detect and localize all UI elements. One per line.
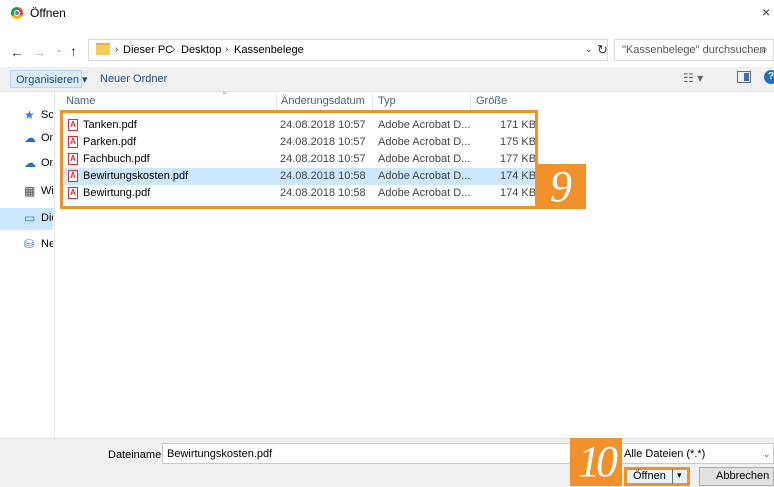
sidebar-item-onedrive[interactable]: ☁ OneDrive <box>0 128 53 150</box>
column-divider[interactable] <box>276 93 277 111</box>
column-divider[interactable] <box>372 93 373 111</box>
search-placeholder: "Kassenbelege" durchsuchen <box>622 44 766 56</box>
back-arrow-icon[interactable]: ← <box>10 44 24 60</box>
sidebar-item-label: OneDrive <box>41 157 53 169</box>
up-arrow-icon[interactable]: ↑ <box>70 43 77 59</box>
breadcrumb-separator: › <box>115 44 119 55</box>
cancel-button-label: Abbrechen <box>716 470 770 482</box>
column-header-name[interactable]: Name <box>66 95 95 107</box>
open-button-divider <box>672 469 673 484</box>
sidebar-item-onedrive[interactable]: ☁ OneDrive <box>0 153 53 175</box>
forward-arrow-icon[interactable]: → <box>32 44 46 60</box>
sidebar-item-label: Windows <box>41 185 53 197</box>
filename-label: Dateiname: <box>108 449 165 461</box>
chevron-down-icon[interactable]: ⌄ <box>763 449 771 460</box>
step-9-highlight-frame <box>60 110 538 209</box>
chrome-app-icon <box>11 7 23 19</box>
close-icon[interactable]: × <box>762 4 770 20</box>
sidebar-item-network[interactable]: ⛁ Netzwerk <box>0 234 53 256</box>
new-folder-button[interactable]: Neuer Ordner <box>100 73 167 85</box>
address-history-chevron-icon[interactable]: ⌄ <box>585 44 593 55</box>
help-icon[interactable]: ? <box>764 70 774 84</box>
sidebar-item-this-pc[interactable]: ▭ Dieser PC <box>0 208 53 230</box>
sidebar-item-label: OneDrive <box>41 132 53 144</box>
sort-chevron-icon: ⌄ <box>221 86 229 96</box>
sidebar-item-label: Netzwerk <box>41 238 53 250</box>
folder-icon <box>96 43 110 55</box>
sidebar-item-windows[interactable]: ▦ Windows <box>0 181 53 203</box>
star-icon: ★ <box>24 108 35 122</box>
open-button-label: Öffnen <box>633 470 666 482</box>
breadcrumb-kassenbelege[interactable]: Kassenbelege <box>234 44 304 56</box>
breadcrumb-separator: › <box>225 44 229 55</box>
title-bar <box>0 0 774 28</box>
column-header-date[interactable]: Änderungsdatum <box>281 95 365 107</box>
sidebar-item-label: Schnellzugriff <box>41 109 53 121</box>
cloud-icon: ☁ <box>24 131 36 145</box>
column-header-size[interactable]: Größe <box>476 95 507 107</box>
column-divider[interactable] <box>470 93 471 111</box>
cloud-icon: ☁ <box>24 156 36 170</box>
recent-locations-chevron-icon[interactable]: ⌄ <box>55 44 63 55</box>
search-icon[interactable]: ⌕ <box>761 42 768 57</box>
computer-icon: ▭ <box>24 211 36 225</box>
filename-value: Bewirtungskosten.pdf <box>167 448 273 460</box>
drive-icon: ▦ <box>24 184 36 198</box>
organize-button-label: Organisieren ▾ <box>16 74 88 86</box>
refresh-icon[interactable]: ↻ <box>597 42 608 58</box>
open-dropdown-arrow-icon[interactable]: ▾ <box>677 470 682 481</box>
sidebar-item-quick-access[interactable]: ★ Schnellzugriff <box>0 105 53 127</box>
breadcrumb-dieser-pc[interactable]: Dieser PC <box>123 44 173 56</box>
step-10-badge: 10 <box>570 438 622 486</box>
step-9-badge: 9 <box>536 164 586 209</box>
window-title: Öffnen <box>30 6 66 20</box>
breadcrumb-desktop[interactable]: Desktop <box>181 44 221 56</box>
preview-pane-icon[interactable] <box>737 71 751 83</box>
view-options-icon[interactable]: ☷ ▾ <box>683 71 703 85</box>
file-type-filter-value: Alle Dateien (*.*) <box>624 448 706 460</box>
sidebar-item-label: Dieser PC <box>41 212 53 224</box>
network-icon: ⛁ <box>24 237 35 251</box>
column-header-type[interactable]: Typ <box>378 95 396 107</box>
breadcrumb-separator: › <box>172 44 176 55</box>
